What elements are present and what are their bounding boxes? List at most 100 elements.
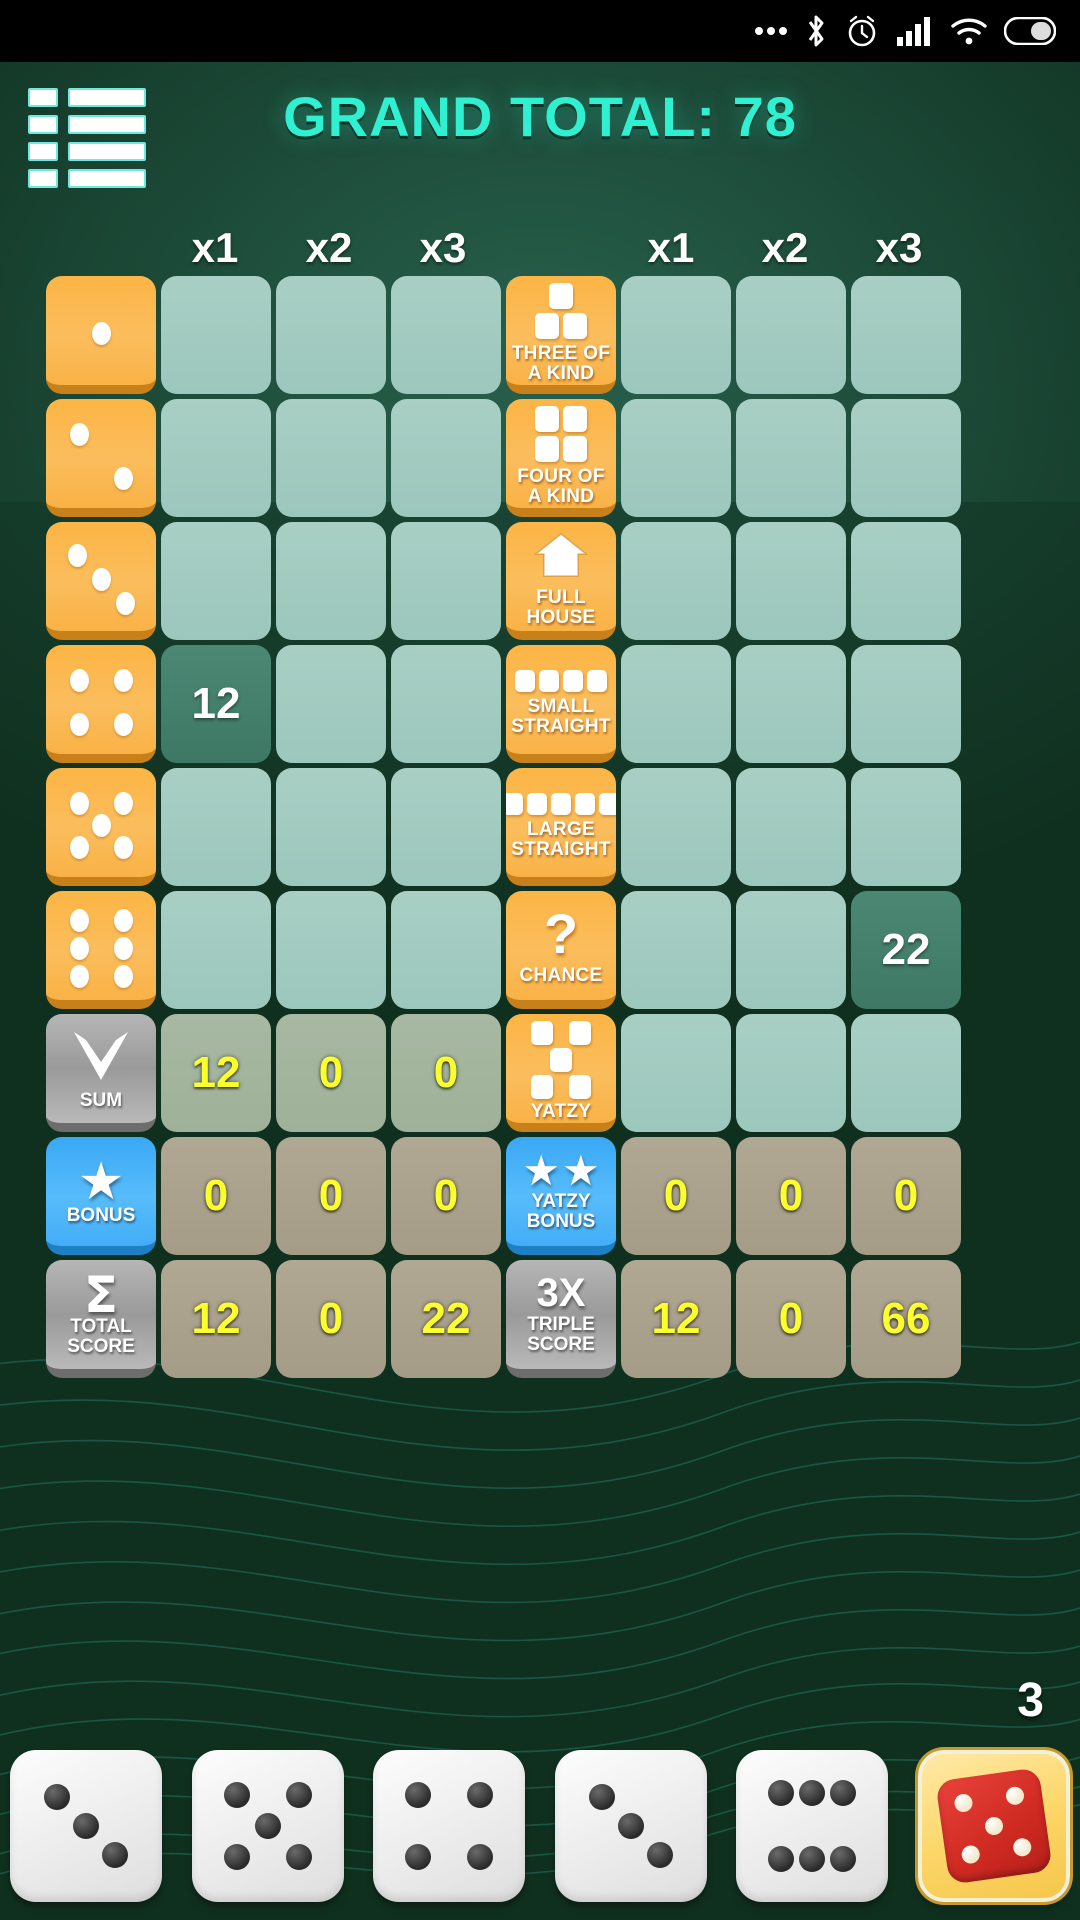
status-bar bbox=[0, 0, 1080, 62]
score-cell-chance-x2[interactable] bbox=[736, 891, 846, 1009]
score-cell-twos-x1[interactable] bbox=[161, 399, 271, 517]
category-die-5[interactable] bbox=[46, 768, 156, 886]
yatzy-cell-x1[interactable] bbox=[621, 1014, 731, 1132]
category-triple-score: 3X TRIPLE SCORE bbox=[506, 1260, 616, 1378]
yatzy-cell-x3[interactable] bbox=[851, 1014, 961, 1132]
score-value: 12 bbox=[651, 1294, 701, 1343]
down-arrow-icon bbox=[70, 1028, 132, 1091]
score-cell-three-kind-x2[interactable] bbox=[736, 276, 846, 394]
score-cell-ones-x2[interactable] bbox=[276, 276, 386, 394]
category-label: TRIPLE bbox=[527, 1313, 595, 1335]
col-header-x3-left: x3 bbox=[419, 224, 467, 271]
col-header-blank-left bbox=[46, 222, 156, 274]
score-value: 0 bbox=[318, 1294, 344, 1343]
category-chance[interactable]: ? CHANCE bbox=[506, 891, 616, 1009]
score-cell-sixes-x2[interactable] bbox=[276, 891, 386, 1009]
score-value: 66 bbox=[881, 1294, 931, 1343]
bonus-cell-x1: 0 bbox=[161, 1137, 271, 1255]
score-cell-fives-x1[interactable] bbox=[161, 768, 271, 886]
total-cell-x1: 12 bbox=[161, 1260, 271, 1378]
score-cell-large-straight-x3[interactable] bbox=[851, 768, 961, 886]
score-value: 0 bbox=[893, 1171, 919, 1220]
total-cell-x2: 0 bbox=[276, 1260, 386, 1378]
table-row: ★ BONUS 0 0 0 ★ ★ YATZY BONUS 0 0 0 bbox=[46, 1137, 1046, 1255]
die-4[interactable] bbox=[554, 1750, 707, 1902]
col-header-x1-right: x1 bbox=[647, 224, 695, 271]
score-cell-large-straight-x2[interactable] bbox=[736, 768, 846, 886]
row-label-sum: SUM bbox=[46, 1014, 156, 1132]
die-2[interactable] bbox=[191, 1750, 344, 1902]
score-cell-four-kind-x3[interactable] bbox=[851, 399, 961, 517]
category-yatzy-bonus: ★ ★ YATZY BONUS bbox=[506, 1137, 616, 1255]
score-cell-ones-x3[interactable] bbox=[391, 276, 501, 394]
bluetooth-icon bbox=[804, 11, 828, 51]
score-cell-full-house-x1[interactable] bbox=[621, 522, 731, 640]
sigma-icon: Σ bbox=[83, 1265, 119, 1324]
red-die-icon bbox=[935, 1767, 1053, 1885]
score-cell-full-house-x3[interactable] bbox=[851, 522, 961, 640]
sum-cell-x2: 0 bbox=[276, 1014, 386, 1132]
score-cell-fours-x2[interactable] bbox=[276, 645, 386, 763]
score-cell-three-kind-x3[interactable] bbox=[851, 276, 961, 394]
score-cell-fives-x3[interactable] bbox=[391, 768, 501, 886]
die-3[interactable] bbox=[373, 1750, 526, 1902]
category-full-house[interactable]: FULL HOUSE bbox=[506, 522, 616, 640]
category-four-of-a-kind[interactable]: FOUR OF A KIND bbox=[506, 399, 616, 517]
score-cell-threes-x2[interactable] bbox=[276, 522, 386, 640]
score-cell-full-house-x2[interactable] bbox=[736, 522, 846, 640]
score-cell-twos-x2[interactable] bbox=[276, 399, 386, 517]
score-value: 0 bbox=[663, 1171, 689, 1220]
category-label-2: HOUSE bbox=[526, 606, 596, 628]
score-cell-twos-x3[interactable] bbox=[391, 399, 501, 517]
category-die-1[interactable] bbox=[46, 276, 156, 394]
score-cell-threes-x1[interactable] bbox=[161, 522, 271, 640]
category-die-6[interactable] bbox=[46, 891, 156, 1009]
double-star-icon: ★ ★ bbox=[522, 1147, 600, 1194]
score-cell-three-kind-x1[interactable] bbox=[621, 276, 731, 394]
score-cell-threes-x3[interactable] bbox=[391, 522, 501, 640]
star-icon: ★ bbox=[77, 1152, 125, 1211]
header: GRAND TOTAL: 78 bbox=[0, 62, 1080, 222]
score-cell-chance-x3[interactable]: 22 bbox=[851, 891, 961, 1009]
score-cell-four-kind-x1[interactable] bbox=[621, 399, 731, 517]
score-cell-ones-x1[interactable] bbox=[161, 276, 271, 394]
rolls-left-counter: 3 bbox=[1017, 1674, 1044, 1727]
score-cell-fours-x3[interactable] bbox=[391, 645, 501, 763]
category-die-2[interactable] bbox=[46, 399, 156, 517]
row-label-text-2: SCORE bbox=[67, 1335, 135, 1357]
category-large-straight[interactable]: LARGE STRAIGHT bbox=[506, 768, 616, 886]
house-icon bbox=[533, 532, 589, 583]
score-value: 12 bbox=[191, 1294, 241, 1343]
category-label: THREE OF bbox=[511, 343, 611, 364]
category-small-straight[interactable]: SMALL STRAIGHT bbox=[506, 645, 616, 763]
die-1[interactable] bbox=[10, 1750, 162, 1902]
score-cell-chance-x1[interactable] bbox=[621, 891, 731, 1009]
score-cell-fives-x2[interactable] bbox=[276, 768, 386, 886]
category-three-of-a-kind[interactable]: THREE OF A KIND bbox=[506, 276, 616, 394]
yatzy-cell-x2[interactable] bbox=[736, 1014, 846, 1132]
category-label: FULL bbox=[536, 586, 586, 608]
score-cell-sixes-x1[interactable] bbox=[161, 891, 271, 1009]
score-cell-fours-x1[interactable]: 12 bbox=[161, 645, 271, 763]
category-die-3[interactable] bbox=[46, 522, 156, 640]
score-cell-small-straight-x2[interactable] bbox=[736, 645, 846, 763]
roll-dice-button[interactable] bbox=[917, 1750, 1070, 1902]
score-cell-small-straight-x1[interactable] bbox=[621, 645, 731, 763]
score-value: 22 bbox=[881, 925, 931, 974]
score-cell-four-kind-x2[interactable] bbox=[736, 399, 846, 517]
table-row: SUM 12 0 0 YATZY bbox=[46, 1014, 1046, 1132]
score-cell-sixes-x3[interactable] bbox=[391, 891, 501, 1009]
more-dots-icon bbox=[754, 11, 788, 51]
row-label-text: BONUS bbox=[66, 1204, 136, 1226]
score-cell-large-straight-x1[interactable] bbox=[621, 768, 731, 886]
bonus-cell-x3: 0 bbox=[391, 1137, 501, 1255]
total-cell-x3: 22 bbox=[391, 1260, 501, 1378]
score-cell-small-straight-x3[interactable] bbox=[851, 645, 961, 763]
table-row: LARGE STRAIGHT bbox=[46, 768, 1046, 886]
die-5[interactable] bbox=[736, 1750, 889, 1902]
col-header-blank-right bbox=[502, 222, 612, 274]
category-die-4[interactable] bbox=[46, 645, 156, 763]
category-yatzy[interactable]: YATZY bbox=[506, 1014, 616, 1132]
triple-cell-x2: 0 bbox=[736, 1260, 846, 1378]
dice-tray bbox=[0, 1742, 1080, 1910]
